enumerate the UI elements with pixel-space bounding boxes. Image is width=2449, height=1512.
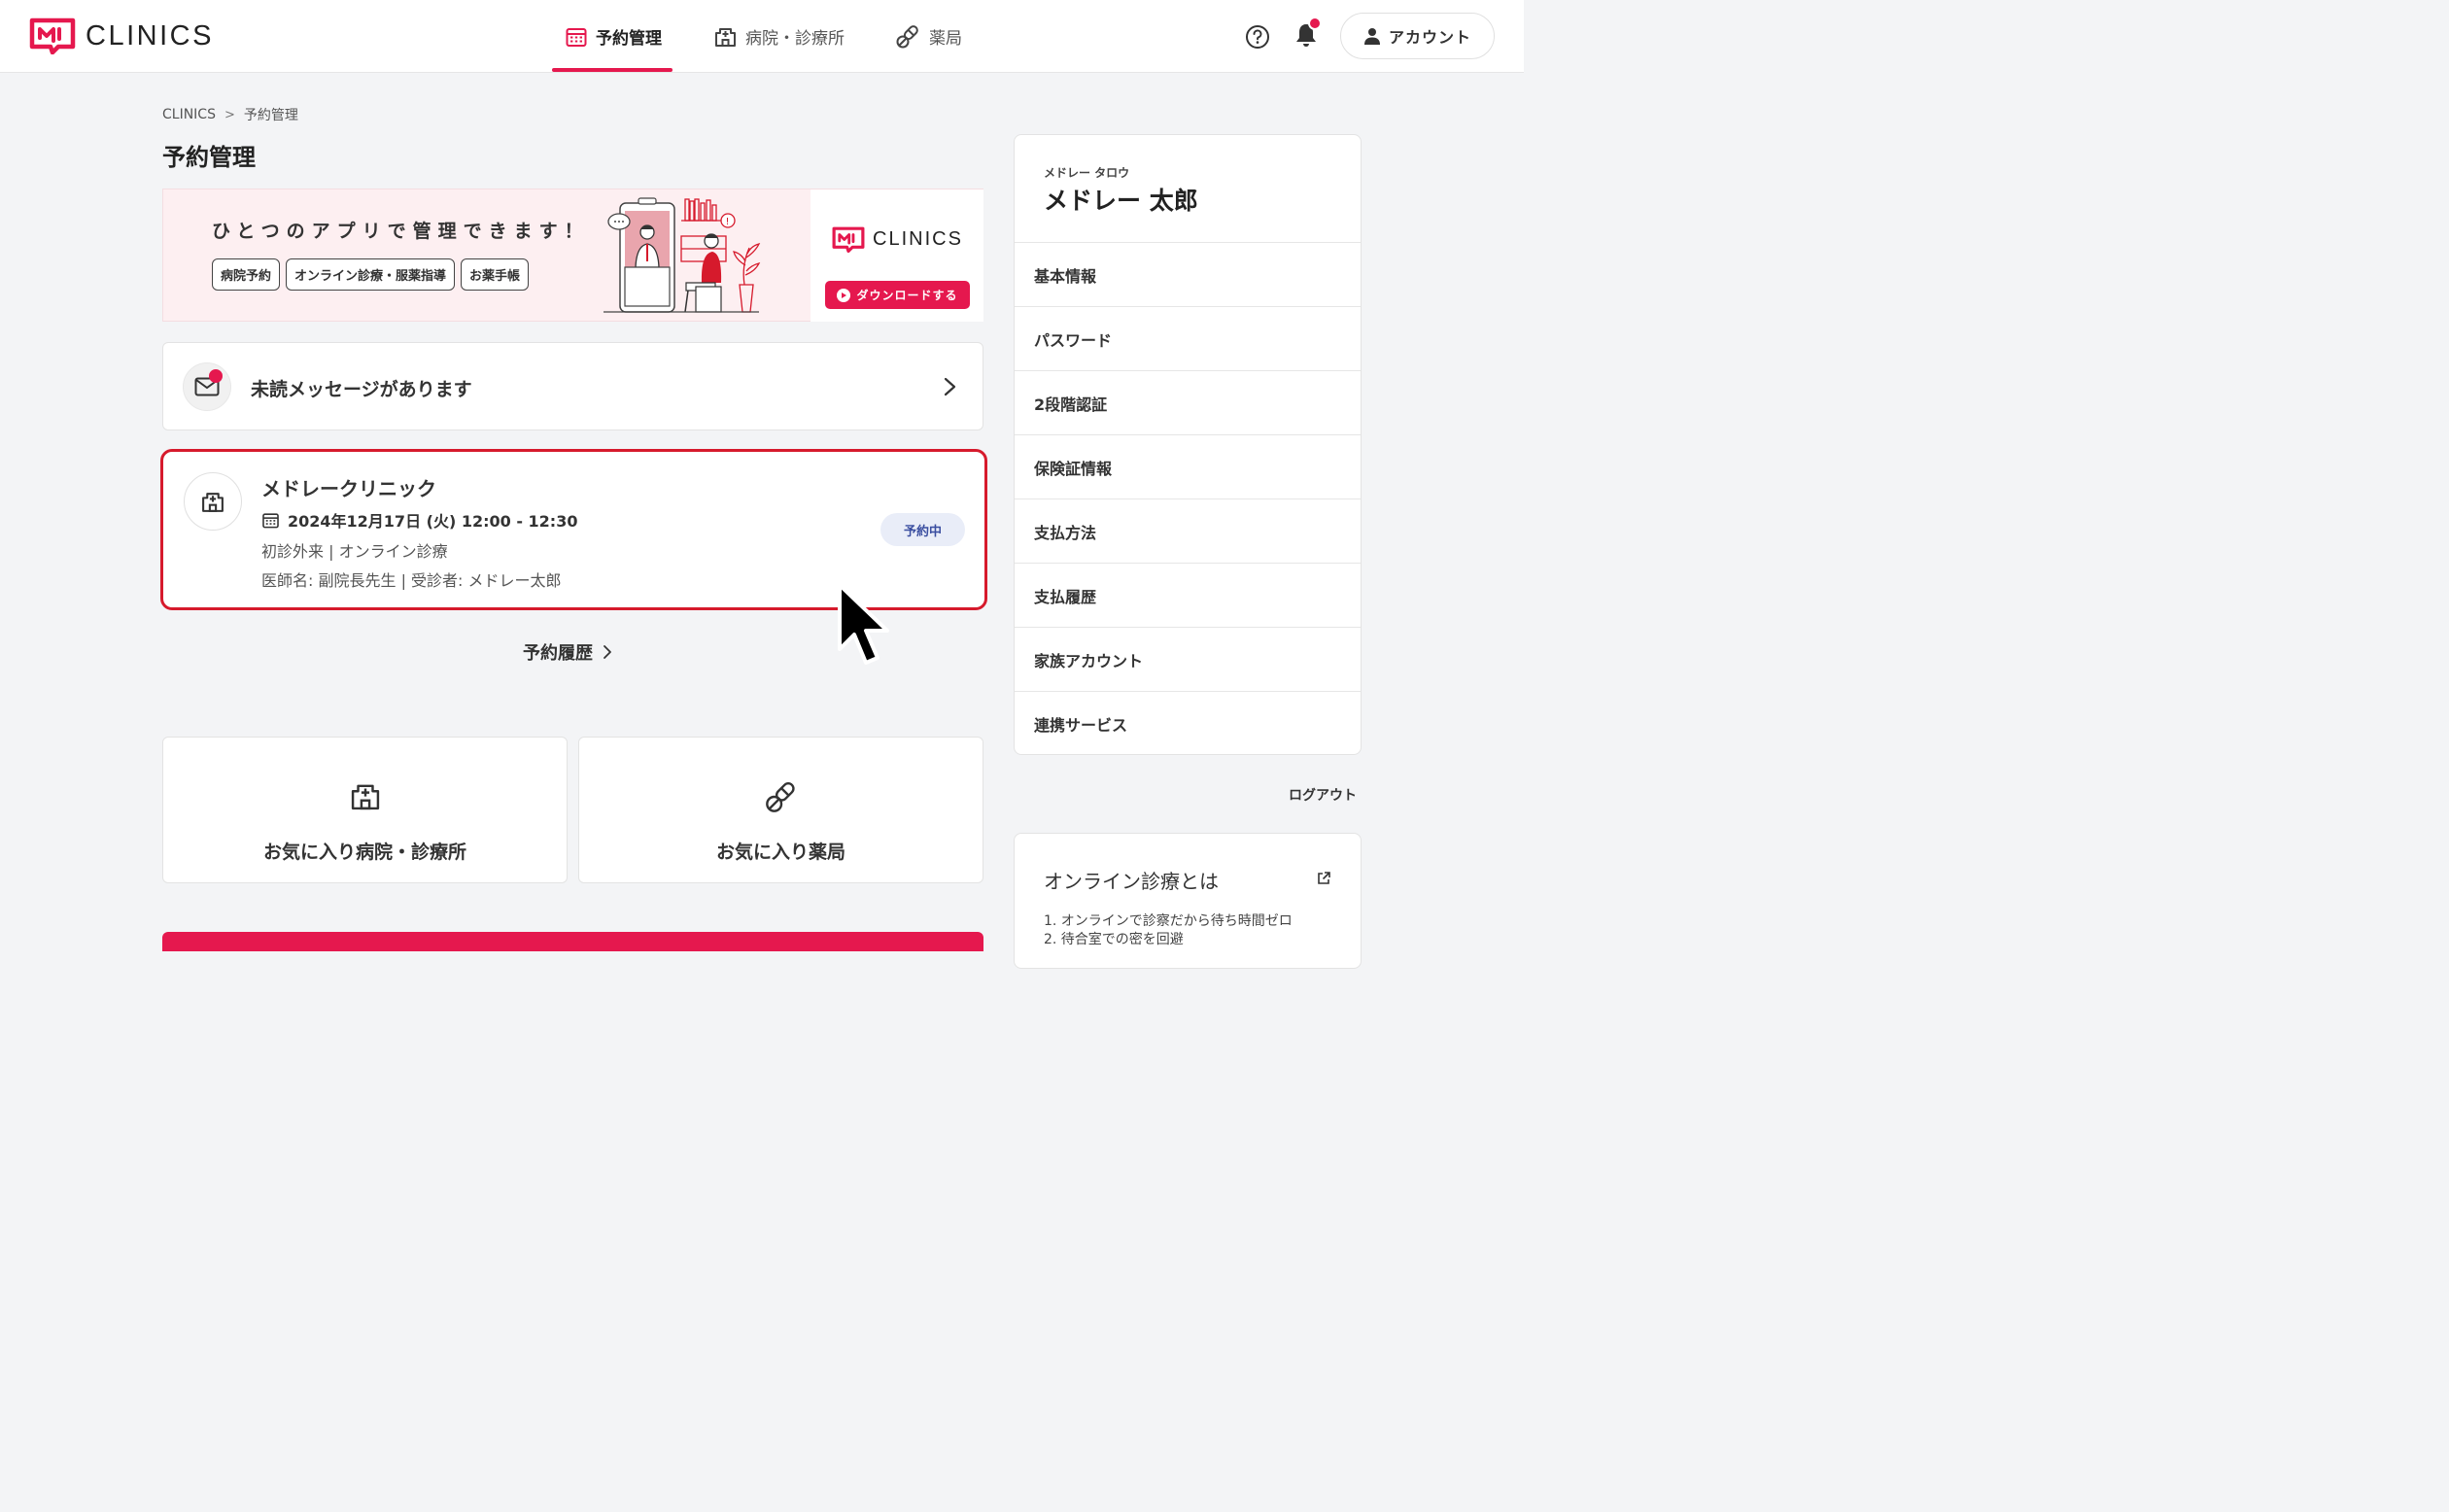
banner-tag: 病院予約 — [212, 258, 281, 291]
clinic-name: メドレークリニック — [261, 477, 436, 500]
svg-text:!: ! — [726, 217, 730, 227]
appointment-datetime: 2024年12月17日 (火) 12:00 - 12:30 — [261, 508, 577, 532]
profile-name-kana: メドレー タロウ — [1044, 166, 1130, 180]
nav-tab-label: 病院・診療所 — [745, 29, 845, 49]
mouse-cursor-icon — [838, 583, 889, 665]
calendar-icon — [262, 512, 279, 528]
profile-name: メドレー 太郎 — [1044, 187, 1198, 215]
nav-tab-reservations[interactable]: 予約管理 — [565, 0, 662, 73]
favorite-hospitals-card[interactable]: お気に入り病院・診療所 — [162, 737, 568, 883]
profile-menu-payment-history[interactable]: 支払履歴 — [1015, 563, 1361, 627]
online-consultation-list: 1. オンラインで診察だから待ち時間ゼロ 2. 待合室での密を回避 — [1044, 912, 1293, 949]
list-item: 1. オンラインで診察だから待ち時間ゼロ — [1044, 913, 1293, 929]
chevron-right-icon: > — [224, 107, 235, 122]
appointment-doctor: 医師名: 副院長先生 | 受診者: メドレー太郎 — [261, 571, 562, 590]
clinics-logo[interactable]: CLINICS — [29, 17, 214, 54]
chevron-right-icon — [604, 645, 611, 659]
new-reservation-button[interactable] — [162, 932, 983, 951]
nav-tab-label: 予約管理 — [596, 29, 662, 49]
favorite-pharmacies-card[interactable]: お気に入り薬局 — [578, 737, 983, 883]
logo-text: CLINICS — [86, 19, 214, 52]
logout-link[interactable]: ログアウト — [1289, 785, 1357, 805]
banner-tag: お薬手帳 — [461, 258, 530, 291]
external-link-icon — [1318, 872, 1330, 884]
clinics-logo-icon — [832, 226, 865, 253]
status-badge: 予約中 — [880, 513, 965, 546]
list-item: 2. 待合室での密を回避 — [1044, 932, 1184, 947]
profile-menu-family-account[interactable]: 家族アカウント — [1015, 627, 1361, 691]
nav-tab-pharmacy[interactable]: 薬局 — [895, 0, 962, 73]
profile-menu-linked-services[interactable]: 連携サービス — [1015, 691, 1361, 755]
favorite-pharmacies-label: お気に入り薬局 — [715, 842, 845, 863]
notification-badge — [1308, 17, 1322, 30]
pill-icon — [765, 782, 795, 812]
app-promo-banner[interactable]: ひとつのアプリで管理できます！ 病院予約 オンライン診療・服薬指導 お薬手帳 ! — [162, 189, 983, 322]
banner-download-area: CLINICS ダウンロードする — [811, 189, 983, 322]
banner-logo: CLINICS — [832, 226, 963, 253]
banner-tags: 病院予約 オンライン診療・服薬指導 お薬手帳 — [212, 258, 530, 291]
hospital-icon — [715, 28, 736, 47]
appointment-type: 初診外来 | オンライン診療 — [261, 542, 448, 561]
profile-menu: 基本情報 パスワード 2段階認証 保険証情報 支払方法 支払履歴 家族アカウント… — [1015, 242, 1361, 755]
user-icon — [1363, 28, 1380, 45]
profile-card: メドレー タロウ メドレー 太郎 基本情報 パスワード 2段階認証 保険証情報 … — [1014, 134, 1362, 755]
chevron-right-icon — [944, 377, 956, 396]
page-title: 予約管理 — [162, 144, 256, 171]
breadcrumb-current: 予約管理 — [243, 108, 298, 123]
favorite-hospitals-label: お気に入り病院・診療所 — [262, 842, 466, 863]
clinics-logo-icon — [29, 17, 76, 54]
active-tab-indicator — [552, 68, 673, 72]
download-button-label: ダウンロードする — [856, 289, 958, 302]
message-icon-wrap — [183, 362, 231, 411]
profile-menu-insurance[interactable]: 保険証情報 — [1015, 434, 1361, 498]
profile-menu-payment-method[interactable]: 支払方法 — [1015, 498, 1361, 563]
online-consultation-info-card[interactable]: オンライン診療とは 1. オンラインで診察だから待ち時間ゼロ 2. 待合室での密… — [1014, 833, 1362, 969]
unread-badge — [209, 369, 223, 383]
pill-icon — [896, 25, 918, 49]
profile-menu-password[interactable]: パスワード — [1015, 306, 1361, 370]
clinic-icon-wrap — [184, 472, 242, 531]
reservation-history-link[interactable]: 予約履歴 — [523, 639, 612, 665]
account-button-label: アカウント — [1388, 28, 1471, 47]
profile-menu-two-factor[interactable]: 2段階認証 — [1015, 370, 1361, 434]
banner-logo-text: CLINICS — [873, 228, 963, 250]
online-consultation-title: オンライン診療とは — [1044, 870, 1219, 893]
unread-messages-card[interactable]: 未読メッセージがあります — [162, 342, 983, 430]
hospital-icon — [351, 784, 379, 810]
nav-tab-label: 薬局 — [929, 29, 962, 49]
nav-tab-hospitals[interactable]: 病院・診療所 — [713, 0, 845, 73]
appointment-datetime-text: 2024年12月17日 (火) 12:00 - 12:30 — [288, 512, 578, 531]
account-button[interactable]: アカウント — [1340, 13, 1495, 59]
profile-menu-basic-info[interactable]: 基本情報 — [1015, 242, 1361, 306]
top-header: CLINICS 予約管理 病院・診療所 薬局 アカウント — [0, 0, 1524, 73]
play-icon — [837, 288, 851, 302]
calendar-icon — [566, 27, 587, 47]
unread-messages-text: 未読メッセージがあります — [251, 379, 472, 400]
help-icon[interactable] — [1245, 24, 1270, 50]
breadcrumb-root[interactable]: CLINICS — [162, 107, 216, 122]
breadcrumb: CLINICS > 予約管理 — [162, 105, 298, 124]
banner-headline: ひとつのアプリで管理できます！ — [212, 221, 590, 242]
reservation-history-label: 予約履歴 — [523, 643, 593, 664]
online-consultation-illustration: ! — [604, 197, 761, 313]
banner-tag: オンライン診療・服薬指導 — [286, 258, 456, 291]
hospital-icon — [202, 493, 224, 512]
download-app-button[interactable]: ダウンロードする — [825, 281, 970, 309]
